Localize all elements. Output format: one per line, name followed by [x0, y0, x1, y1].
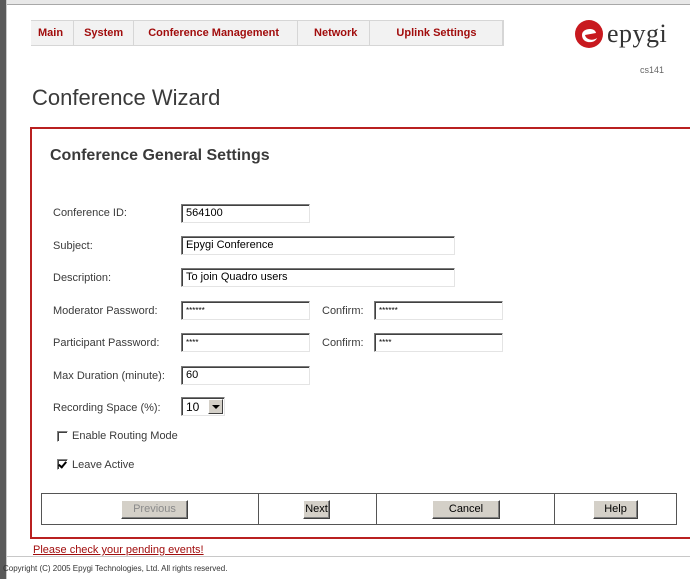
- leave-active-checkbox[interactable]: [57, 459, 68, 470]
- max-duration-label: Max Duration (minute):: [53, 370, 165, 382]
- moderator-confirm-label: Confirm:: [322, 305, 364, 317]
- help-button[interactable]: Help: [593, 500, 638, 519]
- menu-item-network[interactable]: Network: [298, 21, 371, 45]
- section-title: Conference General Settings: [50, 147, 270, 164]
- footer-divider: [7, 556, 690, 557]
- menu-item-uplink-settings[interactable]: Uplink Settings: [370, 21, 504, 45]
- previous-cell: Previous: [42, 494, 259, 524]
- chevron-down-icon[interactable]: [208, 399, 223, 414]
- settings-panel: [30, 127, 690, 539]
- participant-password-input[interactable]: ****: [181, 333, 310, 352]
- main-menu: Main System Conference Management Networ…: [31, 20, 505, 46]
- leave-active-label: Leave Active: [72, 459, 135, 471]
- participant-confirm-label: Confirm:: [322, 337, 364, 349]
- moderator-password-input[interactable]: ******: [181, 301, 310, 320]
- button-bar: Previous Next Cancel Help: [41, 493, 677, 525]
- max-duration-input[interactable]: 60: [181, 366, 310, 385]
- cancel-cell: Cancel: [377, 494, 555, 524]
- previous-button[interactable]: Previous: [121, 500, 188, 519]
- menu-item-main[interactable]: Main: [31, 21, 75, 45]
- recording-space-select[interactable]: 10: [181, 397, 225, 416]
- participant-password-label: Participant Password:: [53, 337, 160, 349]
- next-button[interactable]: Next: [303, 500, 330, 519]
- moderator-confirm-input[interactable]: ******: [374, 301, 503, 320]
- pending-events-link[interactable]: Please check your pending events!: [33, 544, 204, 556]
- help-cell: Help: [555, 494, 676, 524]
- epygi-logo-mark-icon: [575, 20, 603, 48]
- subject-label: Subject:: [53, 240, 93, 252]
- description-input[interactable]: To join Quadro users: [181, 268, 455, 287]
- copyright-text: Copyright (C) 2005 Epygi Technologies, L…: [3, 564, 228, 573]
- menu-item-system[interactable]: System: [74, 21, 135, 45]
- conference-id-label: Conference ID:: [53, 207, 127, 219]
- menu-item-conference-management[interactable]: Conference Management: [134, 21, 299, 45]
- enable-routing-mode-checkbox[interactable]: [57, 431, 68, 442]
- recording-space-label: Recording Space (%):: [53, 402, 161, 414]
- enable-routing-mode-label: Enable Routing Mode: [72, 430, 178, 442]
- participant-confirm-input[interactable]: ****: [374, 333, 503, 352]
- description-label: Description:: [53, 272, 112, 284]
- window-frame-inner: [6, 0, 7, 579]
- moderator-password-label: Moderator Password:: [53, 305, 158, 317]
- page-code: cs141: [640, 65, 665, 75]
- next-cell: Next: [259, 494, 377, 524]
- epygi-logo: epygi: [574, 17, 686, 51]
- window-frame-top: [7, 0, 690, 5]
- conference-id-input[interactable]: 564100: [181, 204, 310, 223]
- page-title: Conference Wizard: [32, 85, 221, 110]
- subject-input[interactable]: Epygi Conference: [181, 236, 455, 255]
- recording-space-value: 10: [186, 400, 200, 414]
- cancel-button[interactable]: Cancel: [432, 500, 500, 519]
- logo-text: epygi: [607, 19, 668, 48]
